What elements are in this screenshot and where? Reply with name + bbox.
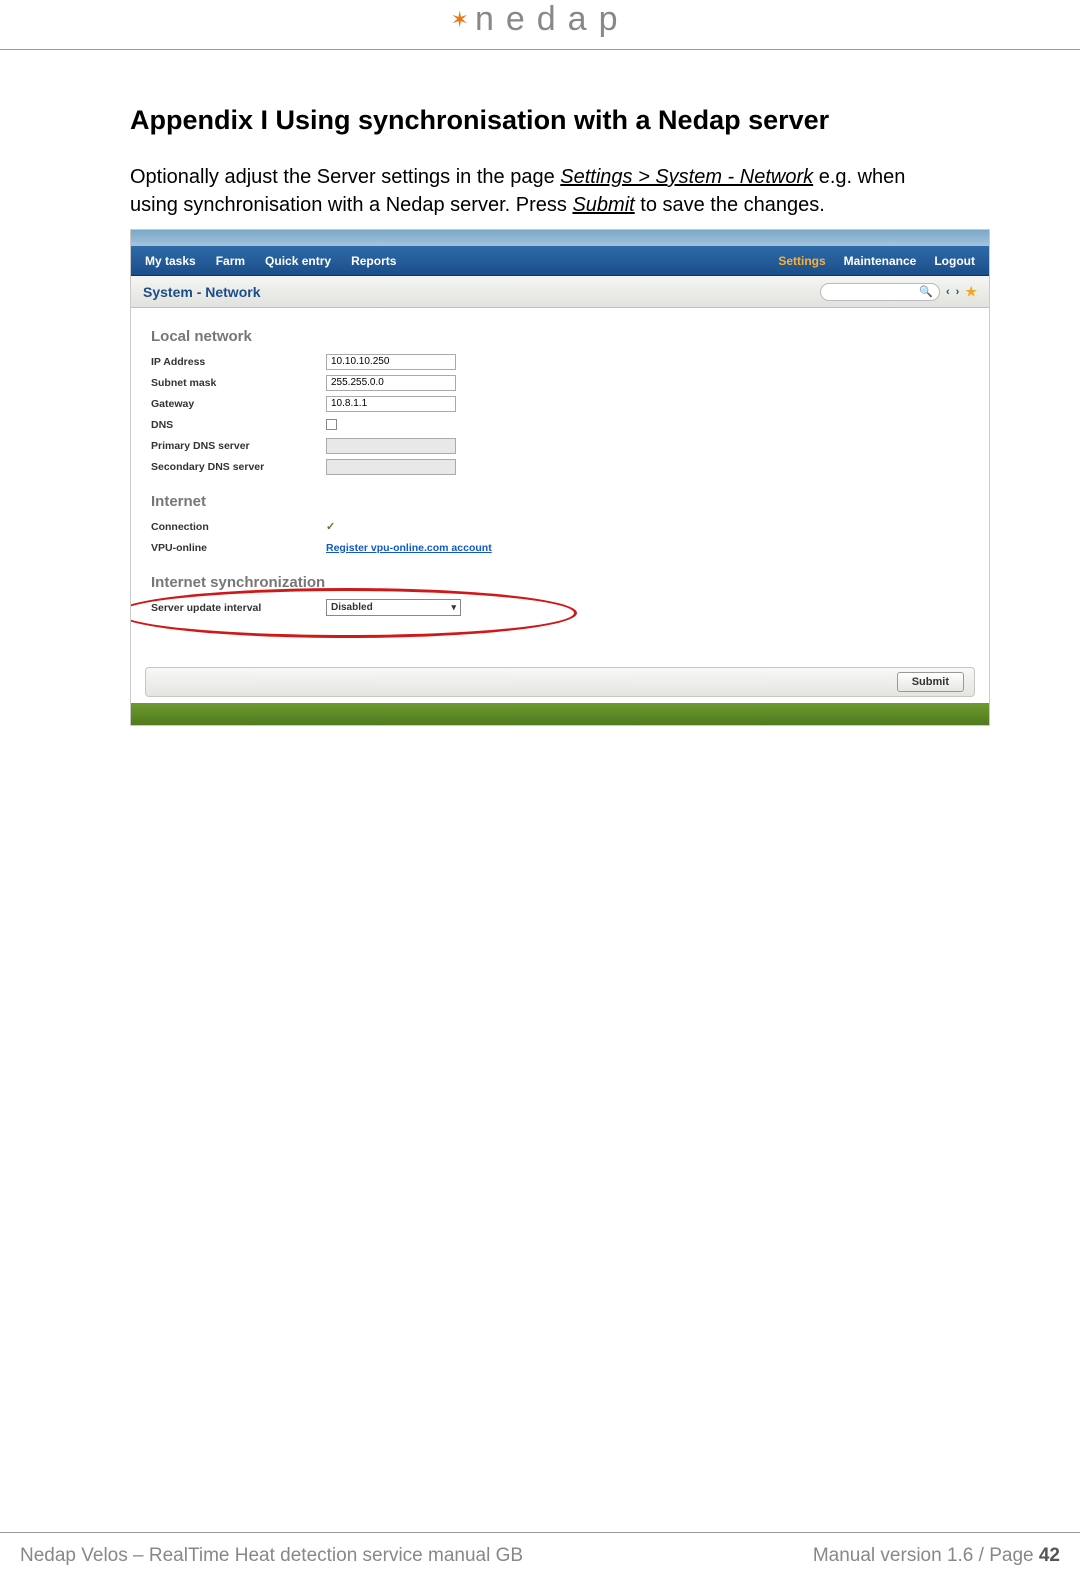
- nav-quick-entry[interactable]: Quick entry: [265, 254, 331, 268]
- footer-version: Manual version 1.6 / Page: [813, 1545, 1039, 1566]
- top-navbar: My tasks Farm Quick entry Reports Settin…: [131, 246, 989, 276]
- select-value: Disabled: [331, 602, 373, 613]
- nav-farm[interactable]: Farm: [216, 254, 245, 268]
- logo-text: nedap: [475, 0, 630, 39]
- label-dns: DNS: [151, 419, 326, 431]
- chevron-right-icon[interactable]: ›: [956, 286, 960, 298]
- section-internet: Internet: [151, 493, 969, 510]
- label-secondary-dns: Secondary DNS server: [151, 461, 326, 473]
- checkbox-dns[interactable]: [326, 419, 337, 430]
- nav-right: Settings Maintenance Logout: [778, 254, 975, 268]
- document-content: Appendix I Using synchronisation with a …: [0, 50, 1080, 726]
- label-gateway: Gateway: [151, 398, 326, 410]
- input-secondary-dns: [326, 459, 456, 475]
- logo: ✶ nedap: [451, 0, 630, 39]
- input-subnet[interactable]: [326, 375, 456, 391]
- row-ip: IP Address: [151, 351, 969, 372]
- bottom-bar: Submit: [145, 667, 975, 697]
- input-ip[interactable]: [326, 354, 456, 370]
- logo-star-icon: ✶: [451, 9, 469, 31]
- page-title: System - Network: [143, 284, 260, 300]
- footer-page-number: 42: [1039, 1545, 1060, 1566]
- title-right-tools: 🔍 ‹ › ★: [820, 283, 977, 301]
- chevron-left-icon[interactable]: ‹: [946, 286, 950, 298]
- nav-logout[interactable]: Logout: [934, 254, 975, 268]
- page-header: ✶ nedap: [0, 0, 1080, 50]
- nav-settings[interactable]: Settings: [778, 254, 825, 268]
- page-footer: Nedap Velos – RealTime Heat detection se…: [0, 1532, 1080, 1567]
- appendix-heading: Appendix I Using synchronisation with a …: [130, 105, 950, 136]
- label-ip: IP Address: [151, 356, 326, 368]
- row-gateway: Gateway: [151, 393, 969, 414]
- link-register-vpu[interactable]: Register vpu-online.com account: [326, 542, 492, 554]
- input-gateway[interactable]: [326, 396, 456, 412]
- row-update-interval: Server update interval Disabled ▾: [151, 597, 969, 618]
- label-subnet: Subnet mask: [151, 377, 326, 389]
- row-primary-dns: Primary DNS server: [151, 435, 969, 456]
- submit-button[interactable]: Submit: [897, 672, 964, 692]
- search-icon: 🔍: [919, 285, 933, 298]
- star-icon[interactable]: ★: [965, 284, 977, 300]
- label-update-interval: Server update interval: [151, 602, 326, 614]
- intro-paragraph: Optionally adjust the Server settings in…: [130, 164, 950, 219]
- settings-panel: Local network IP Address Subnet mask Gat…: [131, 308, 989, 678]
- row-connection: Connection✓: [151, 516, 969, 537]
- intro-text-1: Optionally adjust the Server settings in…: [130, 166, 560, 188]
- label-primary-dns: Primary DNS server: [151, 440, 326, 452]
- nav-left: My tasks Farm Quick entry Reports: [145, 254, 396, 268]
- row-secondary-dns: Secondary DNS server: [151, 456, 969, 477]
- page-title-bar: System - Network 🔍 ‹ › ★: [131, 276, 989, 308]
- row-vpu: VPU-onlineRegister vpu-online.com accoun…: [151, 537, 969, 558]
- row-subnet: Subnet mask: [151, 372, 969, 393]
- grass-strip: [131, 703, 989, 725]
- intro-action: Submit: [572, 194, 634, 216]
- search-input[interactable]: 🔍: [820, 283, 940, 301]
- label-vpu: VPU-online: [151, 542, 326, 554]
- label-connection: Connection: [151, 521, 326, 533]
- check-icon: ✓: [326, 520, 335, 533]
- nav-reports[interactable]: Reports: [351, 254, 396, 268]
- select-update-interval[interactable]: Disabled ▾: [326, 599, 461, 616]
- chevron-down-icon: ▾: [451, 602, 456, 613]
- section-sync: Internet synchronization: [151, 574, 969, 591]
- row-dns: DNS: [151, 414, 969, 435]
- input-primary-dns: [326, 438, 456, 454]
- section-local-network: Local network: [151, 328, 969, 345]
- intro-path: Settings > System - Network: [560, 166, 813, 188]
- nav-my-tasks[interactable]: My tasks: [145, 254, 196, 268]
- nav-maintenance[interactable]: Maintenance: [844, 254, 917, 268]
- sky-strip: [131, 230, 989, 246]
- footer-right: Manual version 1.6 / Page 42: [813, 1545, 1060, 1567]
- intro-text-3: to save the changes.: [635, 194, 825, 216]
- footer-left: Nedap Velos – RealTime Heat detection se…: [20, 1545, 523, 1567]
- app-screenshot: My tasks Farm Quick entry Reports Settin…: [130, 229, 990, 726]
